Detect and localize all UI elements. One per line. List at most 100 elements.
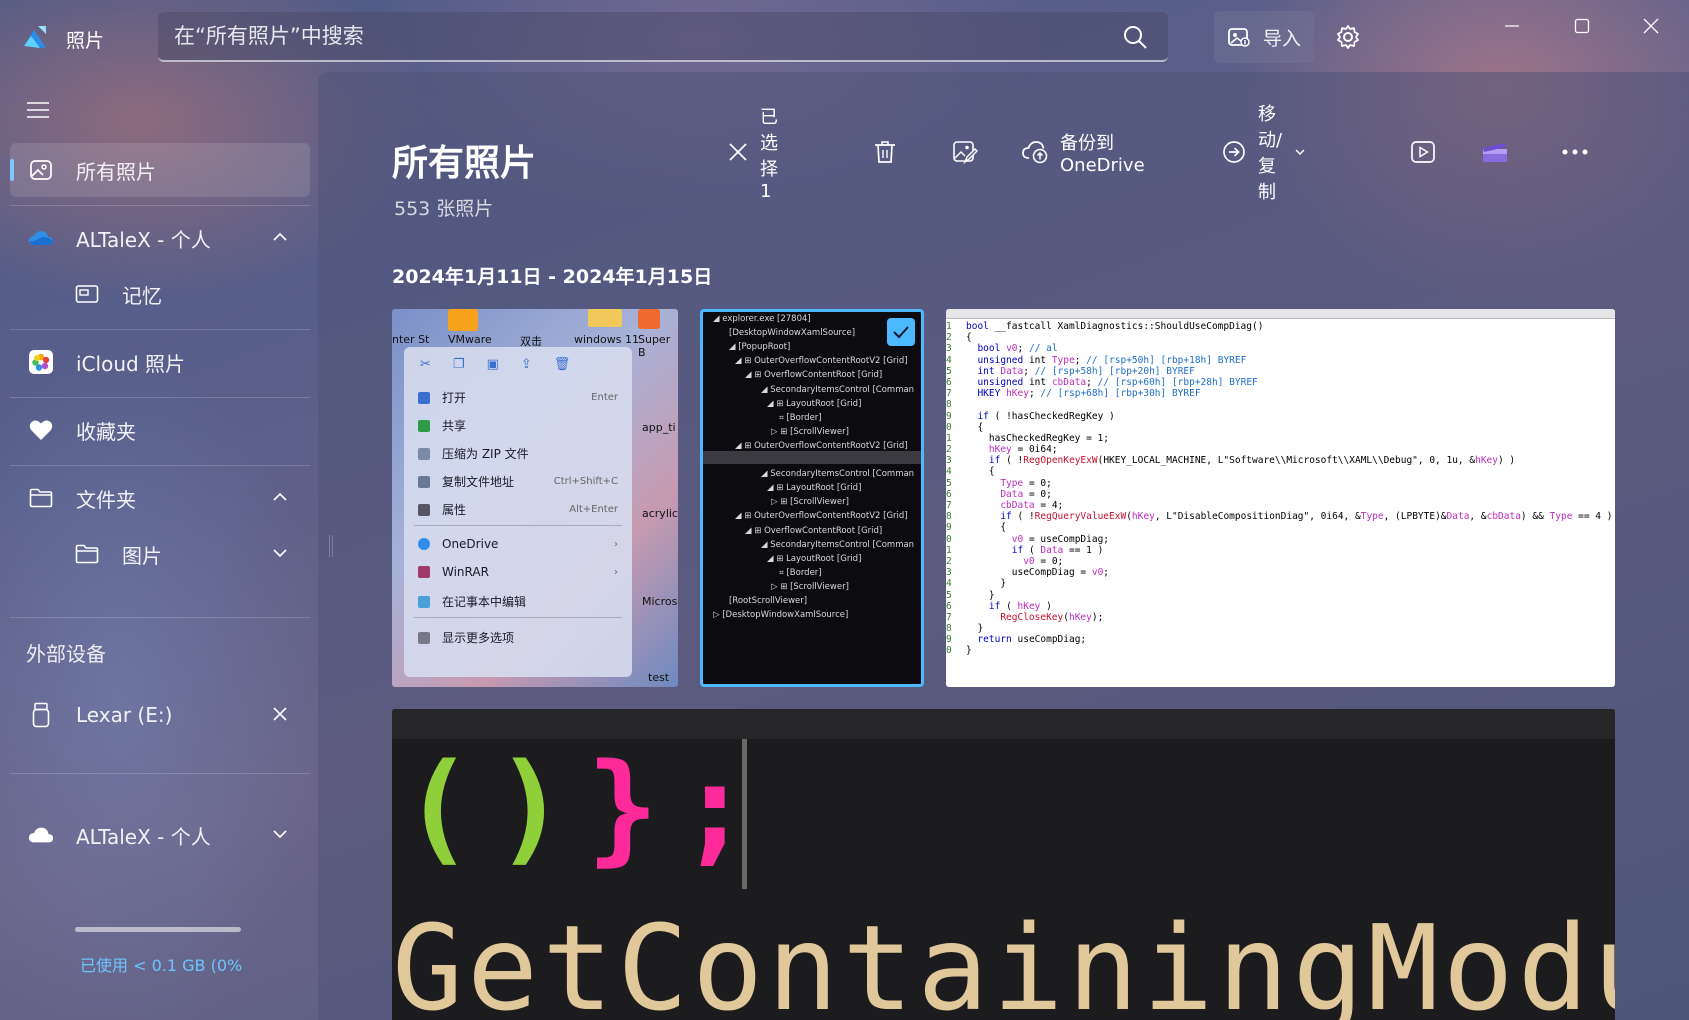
sidebar-item-folders[interactable]: 文件夹 xyxy=(10,471,310,525)
clipchamp-button[interactable] xyxy=(1482,134,1508,170)
main-panel: 所有照片 553 张照片 已选择 1 备份到 OneDrive 移动/复制 20… xyxy=(318,72,1689,1020)
sidebar-item-icloud[interactable]: iCloud 照片 xyxy=(10,335,310,389)
edit-button[interactable] xyxy=(952,134,978,170)
open-icon xyxy=(418,391,430,404)
chevron-down-icon[interactable] xyxy=(272,545,288,561)
icloud-photos-icon xyxy=(28,349,54,375)
sidebar-item-all-photos[interactable]: 所有照片 xyxy=(10,143,310,197)
gear-icon[interactable] xyxy=(1334,23,1362,51)
code-text: useCompDiag = v0; xyxy=(966,567,1110,579)
close-icon xyxy=(1643,18,1659,34)
play-slideshow-icon xyxy=(1411,141,1435,163)
desktop-label: nter St xyxy=(392,333,430,346)
app-icon xyxy=(638,309,660,329)
code-line: 5 } xyxy=(946,590,1615,601)
editor-strip xyxy=(392,709,1615,739)
code-line: 7 HKEY hKey; // [rsp+68h] [rbp+30h] BYRE… xyxy=(946,388,1615,399)
photo-thumbnail[interactable]: 1 bool __fastcall XamlDiagnostics::Should… xyxy=(946,309,1615,687)
search-icon[interactable] xyxy=(1122,24,1148,50)
tree-highlight-row xyxy=(703,451,921,464)
backup-onedrive-button[interactable]: 备份到 OneDrive xyxy=(1022,133,1145,176)
sidebar-account[interactable]: ALTaleX - 个人 xyxy=(10,808,310,862)
line-number: 3 xyxy=(946,343,952,355)
tree-node: ▷ ⊞ [ScrollViewer] xyxy=(771,497,849,508)
code-text: { xyxy=(966,421,984,433)
share-icon: ⇪ xyxy=(520,357,532,372)
folder-icon xyxy=(588,309,622,327)
sidebar-item-label: 收藏夹 xyxy=(76,419,136,444)
chevron-up-icon[interactable] xyxy=(272,489,288,505)
sidebar-item-pictures[interactable]: 图片 xyxy=(10,527,310,581)
code-line: 0 v0 = useCompDiag; xyxy=(946,534,1615,545)
chevron-up-icon[interactable] xyxy=(272,229,288,245)
more-options-button[interactable] xyxy=(1562,134,1588,170)
import-icon xyxy=(1228,28,1250,47)
page-title: 所有照片 xyxy=(392,143,537,184)
heart-icon xyxy=(28,417,54,443)
clear-selection-button[interactable]: 已选择 1 xyxy=(728,107,778,202)
storage-usage-bar xyxy=(75,927,241,932)
tree-node: ◢ ⊞ LayoutRoot [Grid] xyxy=(767,553,862,564)
line-number: 8 xyxy=(946,399,952,411)
sidebar-item-onedrive[interactable]: ALTaleX - 个人 xyxy=(10,211,310,265)
sidebar-item-label: Lexar (E:) xyxy=(76,703,173,727)
import-button[interactable]: 导入 xyxy=(1214,11,1314,63)
search-box[interactable] xyxy=(158,12,1168,62)
code-text: if ( !hasCheckedRegKey ) xyxy=(977,410,1115,422)
tree-node: ◢ explorer.exe [27804] xyxy=(713,314,811,324)
code-text: v0 = 0; xyxy=(1023,555,1064,567)
code-text: hKey = 0i64; xyxy=(988,444,1058,456)
context-menu-item: 复制文件地址 Ctrl+Shift+C xyxy=(418,473,618,490)
eject-close-icon[interactable] xyxy=(272,706,288,722)
desktop-label: VMware xyxy=(448,333,492,346)
photo-thumbnail[interactable]: nter St VMware 双击 windows 11 Super B app… xyxy=(392,309,678,687)
divider xyxy=(10,617,310,618)
code-line: 3 useCompDiag = v0; xyxy=(946,567,1615,578)
photo-thumbnail-selected[interactable]: ◢ explorer.exe [27804] [DesktopWindowXaml… xyxy=(700,309,924,687)
code-line: 0 { xyxy=(946,422,1615,433)
delete-button[interactable] xyxy=(874,134,896,170)
menu-label: OneDrive xyxy=(442,537,499,551)
sidebar-item-favorites[interactable]: 收藏夹 xyxy=(10,403,310,457)
menu-divider xyxy=(414,525,622,526)
tree-node: ◢ ⊞ LayoutRoot [Grid] xyxy=(767,398,862,409)
move-copy-label: 移动/复制 xyxy=(1258,104,1283,203)
menu-shortcut: Ctrl+Shift+C xyxy=(553,476,618,487)
move-copy-button[interactable]: 移动/复制 xyxy=(1222,104,1306,203)
code-line: 1 hasCheckedRegKey = 1; xyxy=(946,433,1615,444)
tree-node: ◢ ⊞ OuterOverflowContentRootV2 [Grid] xyxy=(735,511,908,522)
move-arrow-icon xyxy=(1223,141,1245,163)
code-parentheses: () xyxy=(402,739,587,878)
tree-node: [RootScrollViewer] xyxy=(729,596,808,606)
maximize-icon xyxy=(1574,18,1590,34)
photo-thumbnail[interactable]: ()}; GetContainingModul xyxy=(392,709,1615,1020)
code-text: Data = 0; xyxy=(1000,488,1052,500)
tree-node: ◢ [PopupRoot] xyxy=(729,342,791,353)
maximize-button[interactable] xyxy=(1562,10,1602,42)
code-line: 6 unsigned int cbData; // [rsp+60h] [rbp… xyxy=(946,377,1615,388)
close-button[interactable] xyxy=(1631,10,1671,42)
line-number: 0 xyxy=(946,421,952,433)
hamburger-menu-icon[interactable] xyxy=(26,100,50,120)
selected-checkbox[interactable] xyxy=(887,318,915,346)
account-label: ALTaleX - 个人 xyxy=(76,824,211,849)
title-bar: 照片 导入 xyxy=(0,0,1689,70)
tree-node: ◢ SecondaryItemsControl [Comman xyxy=(761,469,915,480)
tree-node: ◢ ⊞ OverflowContentRoot [Grid] xyxy=(745,525,883,536)
code-text: { xyxy=(966,332,972,344)
code-line: 5 Type = 0; xyxy=(946,478,1615,489)
search-input[interactable] xyxy=(174,12,1094,60)
trash-icon: 🗑 xyxy=(553,357,571,372)
onedrive-cloud-icon xyxy=(418,538,430,550)
storage-usage-text[interactable]: 已使用 < 0.1 GB (0% xyxy=(80,952,242,976)
chevron-down-icon[interactable] xyxy=(272,826,288,842)
winrar-icon xyxy=(418,566,430,578)
sidebar-item-device[interactable]: Lexar (E:) xyxy=(10,688,310,742)
slideshow-button[interactable] xyxy=(1410,134,1436,170)
minimize-button[interactable] xyxy=(1492,10,1532,42)
code-text: bool __fastcall XamlDiagnostics::ShouldU… xyxy=(966,321,1264,332)
sidebar-item-memories[interactable]: 记忆 xyxy=(10,267,310,321)
sidebar-item-label: 所有照片 xyxy=(76,159,156,184)
context-menu-item: 属性 Alt+Enter xyxy=(418,501,618,518)
photos-app-icon xyxy=(24,26,46,48)
